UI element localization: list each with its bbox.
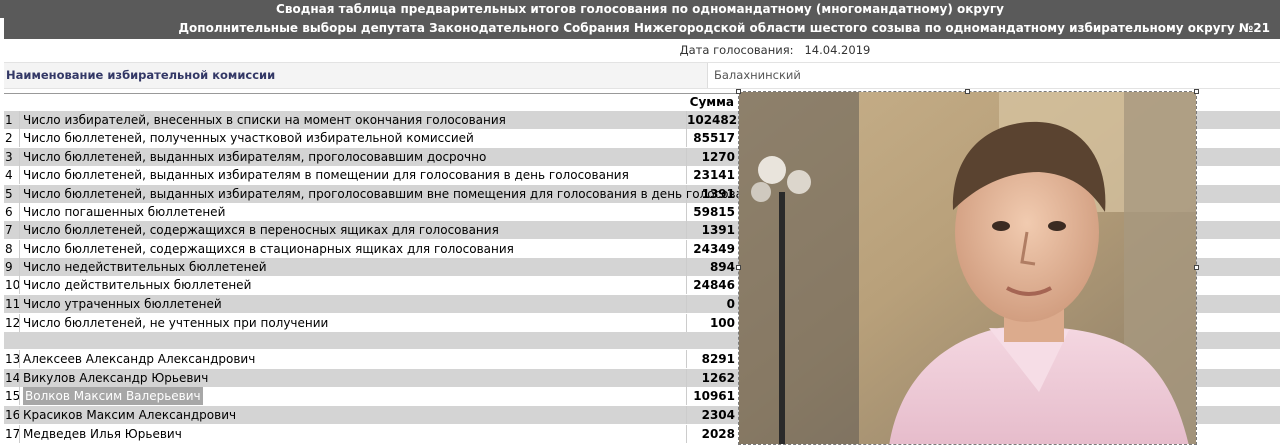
row-number: 2 <box>5 131 13 145</box>
row-label: Число бюллетеней, не учтенных при получе… <box>23 316 329 330</box>
row-label: Число бюллетеней, выданных избирателям, … <box>23 150 487 164</box>
candidate-name: Викулов Александр Юрьевич <box>23 371 209 385</box>
resize-handle-right[interactable] <box>1194 265 1199 270</box>
row-number: 9 <box>5 260 13 274</box>
resize-handle-tl[interactable] <box>736 89 741 94</box>
row-value: 23141 <box>693 168 735 182</box>
portrait-photo-image <box>739 92 1196 444</box>
row-value: 24846 <box>693 278 735 292</box>
candidate-votes: 8291 <box>701 352 735 366</box>
row-label: Число бюллетеней, выданных избирателям, … <box>23 187 766 201</box>
voting-date: Дата голосования: 14.04.2019 <box>0 39 1280 61</box>
portrait-photo[interactable] <box>738 91 1197 445</box>
row-value: 59815 <box>693 205 735 219</box>
row-label: Число недействительных бюллетеней <box>23 260 267 274</box>
row-label: Число бюллетеней, содержащихся в стацион… <box>23 242 514 256</box>
row-number: 12 <box>5 316 21 330</box>
row-value: 24349 <box>693 242 735 256</box>
sum-header-row: Сумма <box>4 93 738 112</box>
row-number: 4 <box>5 168 13 182</box>
row-label: Число бюллетеней, содержащихся в перенос… <box>23 223 499 237</box>
row-number: 7 <box>5 223 13 237</box>
resize-handle-top[interactable] <box>965 89 970 94</box>
row-number: 14 <box>5 371 21 385</box>
candidate-votes: 2304 <box>701 408 735 422</box>
election-title: Дополнительные выборы депутата Законодат… <box>4 18 1280 39</box>
candidate-name: Алексеев Александр Александрович <box>23 352 256 366</box>
commission-label: Наименование избирательной комиссии <box>6 68 276 82</box>
row-number: 15 <box>5 389 21 403</box>
row-value: 102482 <box>687 113 738 127</box>
candidate-name: Красиков Максим Александрович <box>23 408 237 422</box>
row-label: Число утраченных бюллетеней <box>23 297 222 311</box>
row-value: 85517 <box>693 131 735 145</box>
row-number: 13 <box>5 352 21 366</box>
row-value: 1391 <box>701 187 735 201</box>
row-value: 0 <box>726 297 735 311</box>
candidate-votes: 2028 <box>701 427 735 441</box>
row-value: 1391 <box>701 223 735 237</box>
page-title: Сводная таблица предварительных итогов г… <box>0 0 1280 18</box>
row-number: 16 <box>5 408 21 422</box>
row-label: Число избирателей, внесенных в списки на… <box>23 113 506 127</box>
voting-date-value: 14.04.2019 <box>804 43 871 57</box>
row-number: 6 <box>5 205 13 219</box>
row-value: 894 <box>709 260 735 274</box>
resize-handle-left[interactable] <box>736 265 741 270</box>
row-number: 3 <box>5 150 13 164</box>
commission-row: Наименование избирательной комиссии Бала… <box>4 62 1280 89</box>
row-value: 1270 <box>701 150 735 164</box>
commission-select[interactable]: Балахнинский <box>707 63 1280 88</box>
row-number: 17 <box>5 427 21 441</box>
row-number: 5 <box>5 187 13 201</box>
row-label: Число погашенных бюллетеней <box>23 205 226 219</box>
row-value: 100 <box>709 316 735 330</box>
row-number: 10 <box>5 278 21 292</box>
candidate-name: Медведев Илья Юрьевич <box>23 427 182 441</box>
row-number: 11 <box>5 297 21 311</box>
candidate-name-selected[interactable]: Волков Максим Валерьевич <box>23 387 203 405</box>
resize-handle-tr[interactable] <box>1194 89 1199 94</box>
row-label: Число бюллетеней, полученных участковой … <box>23 131 474 145</box>
voting-date-label: Дата голосования: <box>679 43 794 57</box>
row-number: 1 <box>5 113 13 127</box>
candidate-votes: 10961 <box>693 389 735 403</box>
sum-header: Сумма <box>689 95 734 109</box>
row-label: Число бюллетеней, выданных избирателям в… <box>23 168 629 182</box>
row-number: 8 <box>5 242 13 256</box>
candidate-votes: 1262 <box>701 371 735 385</box>
row-label: Число действительных бюллетеней <box>23 278 252 292</box>
